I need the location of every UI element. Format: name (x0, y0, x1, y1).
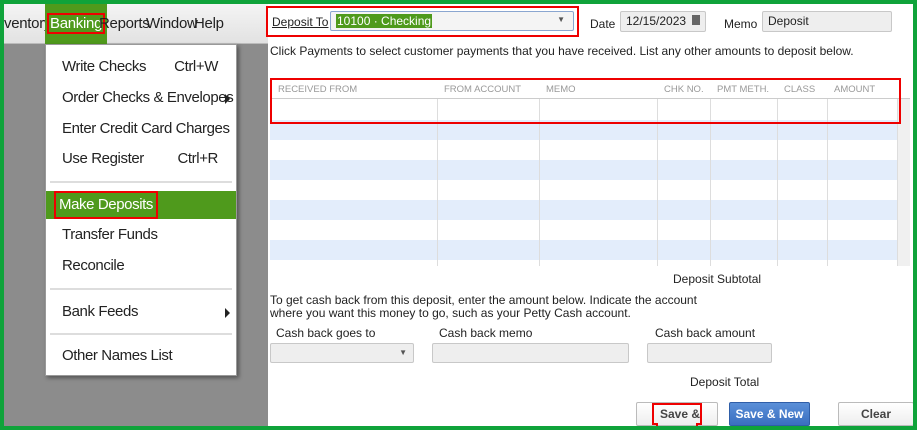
cashback-instructions-1: To get cash back from this deposit, ente… (270, 293, 697, 307)
cashback-memo-field[interactable] (432, 343, 629, 363)
deposit-subtotal-label: Deposit Subtotal (673, 272, 762, 286)
deposit-to-select[interactable]: 10100 · Checking ▼ (330, 11, 574, 31)
menu-item-reconcile[interactable]: Reconcile (46, 252, 236, 280)
col-memo[interactable]: MEMO (546, 84, 576, 95)
date-label: Date (590, 17, 616, 31)
save-close-button[interactable]: Save & Close (636, 402, 718, 426)
table-row[interactable] (270, 220, 897, 240)
make-deposits-form: Deposit To 10100 · Checking ▼ Date 12/15… (266, 4, 913, 426)
calendar-icon[interactable] (692, 15, 700, 25)
table-row[interactable] (270, 160, 897, 180)
grid-divider (827, 99, 828, 266)
cashback-goes-to-select[interactable]: ▼ (270, 343, 414, 363)
menu-item-transfer-funds[interactable]: Transfer Funds (46, 221, 236, 249)
table-row[interactable] (270, 180, 897, 200)
menu-bar: ventory Banking Reports Window Help (4, 4, 268, 44)
chevron-down-icon: ▼ (557, 15, 565, 24)
banking-dropdown: Write Checks Ctrl+W Order Checks & Envelo… (45, 44, 237, 376)
menu-item-use-register[interactable]: Use Register Ctrl+R (46, 145, 236, 173)
table-row[interactable] (270, 240, 897, 260)
grid-divider (657, 99, 658, 266)
grid-divider (710, 99, 711, 266)
save-new-button[interactable]: Save & New (729, 402, 810, 426)
cashback-goes-to-label: Cash back goes to (276, 326, 376, 340)
chevron-down-icon: ▼ (399, 348, 407, 357)
date-field[interactable]: 12/15/2023 (620, 11, 706, 32)
table-row[interactable] (270, 99, 897, 119)
clear-button[interactable]: Clear (838, 402, 913, 426)
grid-divider (777, 99, 778, 266)
menu-item-make-deposits[interactable]: Make Deposits (46, 191, 236, 219)
menu-item-bank-feeds[interactable]: Bank Feeds (46, 298, 236, 326)
submenu-arrow-icon (225, 308, 230, 318)
col-pmt-meth[interactable]: PMT METH. (717, 84, 769, 95)
memo-field[interactable]: Deposit (762, 11, 892, 32)
menu-separator (50, 181, 232, 183)
table-row[interactable] (270, 120, 897, 140)
menu-banking[interactable]: Banking (45, 4, 108, 44)
app-window: ventory Banking Reports Window Help Writ… (4, 4, 913, 426)
table-row[interactable] (270, 200, 897, 220)
menu-separator (50, 333, 232, 335)
deposit-to-label: Deposit To (272, 15, 329, 29)
menu-item-order-checks[interactable]: Order Checks & Envelopes (46, 84, 236, 112)
cashback-memo-label: Cash back memo (439, 326, 533, 340)
col-chk-no[interactable]: CHK NO. (664, 84, 704, 95)
menu-item-enter-cc-charges[interactable]: Enter Credit Card Charges (46, 115, 236, 143)
grid-divider (437, 99, 438, 266)
col-class[interactable]: CLASS (784, 84, 815, 95)
col-received-from[interactable]: RECEIVED FROM (278, 84, 357, 95)
menu-help[interactable]: Help (194, 15, 224, 32)
submenu-arrow-icon (225, 94, 230, 104)
grid-scrollbar[interactable] (897, 99, 910, 266)
menu-item-other-names-list[interactable]: Other Names List (46, 342, 236, 370)
instructions-text: Click Payments to select customer paymen… (270, 44, 854, 58)
col-amount[interactable]: AMOUNT (834, 84, 875, 95)
cashback-amount-label: Cash back amount (655, 326, 756, 340)
table-row[interactable] (270, 140, 897, 160)
memo-label: Memo (724, 17, 758, 31)
menu-banking-label: Banking (46, 13, 106, 34)
grid-divider (539, 99, 540, 266)
cashback-amount-field[interactable] (647, 343, 772, 363)
background-pane: ventory Banking Reports Window Help Writ… (4, 4, 268, 426)
deposit-total-label: Deposit Total (690, 375, 760, 389)
cashback-instructions-2: where you want this money to go, such as… (270, 306, 631, 320)
col-from-account[interactable]: FROM ACCOUNT (444, 84, 521, 95)
deposit-grid: RECEIVED FROM FROM ACCOUNT MEMO CHK NO. … (270, 80, 910, 266)
menu-reports[interactable]: Reports (99, 15, 150, 32)
menu-window[interactable]: Window (146, 15, 198, 32)
menu-item-write-checks[interactable]: Write Checks Ctrl+W (46, 53, 236, 81)
menu-separator (50, 288, 232, 290)
